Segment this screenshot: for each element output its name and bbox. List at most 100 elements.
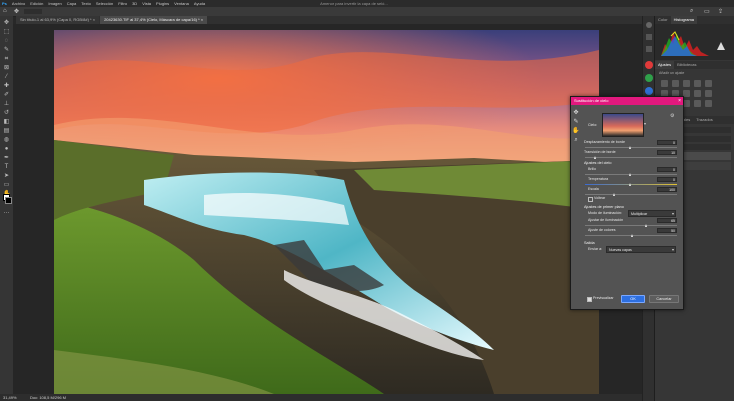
share-icon[interactable]: ⇪ xyxy=(718,8,723,15)
menu-texto[interactable]: Texto xyxy=(81,1,91,6)
lasso-tool-icon[interactable]: ◌ xyxy=(3,38,10,45)
close-icon[interactable]: × xyxy=(678,97,681,105)
blur-tool-icon[interactable]: ◍ xyxy=(3,137,10,144)
close-icon[interactable]: × xyxy=(93,17,95,22)
menu-filtro[interactable]: Filtro xyxy=(118,1,127,6)
crop-tool-icon[interactable]: ⌗ xyxy=(3,56,10,63)
tab-adjustments[interactable]: Ajustes xyxy=(655,61,675,69)
document-tab-active[interactable]: 20423630.TIF al 37,4% (Cielo, Máscara de… xyxy=(100,16,208,24)
eyedropper-tool-icon[interactable]: ⁄ xyxy=(3,74,10,81)
output-select[interactable]: Nuevas capas ▾ xyxy=(606,246,676,253)
color-circle-icon[interactable] xyxy=(645,87,653,95)
frame-tool-icon[interactable]: ⊠ xyxy=(3,65,10,72)
gradient-map-icon[interactable] xyxy=(694,100,701,107)
menu-capa[interactable]: Capa xyxy=(67,1,77,6)
pen-tool-icon[interactable]: ✒ xyxy=(3,155,10,162)
type-tool-icon[interactable]: T xyxy=(3,164,10,171)
menu-ayuda[interactable]: Ayuda xyxy=(194,1,205,6)
move-tool-icon[interactable]: ✥ xyxy=(3,20,10,27)
color-adjust-slider[interactable] xyxy=(585,234,677,237)
curves-icon[interactable] xyxy=(683,80,690,87)
lighting-mode-select[interactable]: Multiplicar ▾ xyxy=(628,210,676,217)
lighting-adjust-slider[interactable] xyxy=(585,224,677,227)
chevron-down-icon[interactable]: ▾ xyxy=(644,121,646,126)
black-white-icon[interactable] xyxy=(683,90,690,97)
brightness-icon[interactable] xyxy=(661,80,668,87)
ok-button[interactable]: OK xyxy=(621,295,645,303)
tab-paths[interactable]: Trazados xyxy=(693,116,716,124)
marquee-tool-icon[interactable]: ⬚ xyxy=(3,29,10,36)
document-tab[interactable]: Sin título-1 al 63,9% (Capa 0, RGB/8#) *… xyxy=(16,16,100,24)
tab-histogram[interactable]: Histograma xyxy=(670,16,698,24)
dodge-tool-icon[interactable]: ● xyxy=(3,146,10,153)
document-canvas[interactable] xyxy=(54,30,599,394)
home-icon[interactable]: ⌂ xyxy=(3,8,7,14)
hand-tool-icon[interactable]: ✋ xyxy=(572,127,580,135)
flip-checkbox[interactable] xyxy=(588,197,593,202)
options-field[interactable] xyxy=(24,9,42,14)
slider-knob[interactable] xyxy=(594,156,597,159)
menu-archivo[interactable]: Archivo xyxy=(12,1,25,6)
lighting-adjust-value[interactable]: 65 xyxy=(657,218,677,223)
menu-imagen[interactable]: Imagen xyxy=(48,1,61,6)
eraser-tool-icon[interactable]: ◧ xyxy=(3,119,10,126)
photo-filter-icon[interactable] xyxy=(694,90,701,97)
close-icon[interactable]: × xyxy=(201,17,203,22)
zoom-tool-icon[interactable]: ⌕ xyxy=(572,136,580,144)
background-color-swatch[interactable] xyxy=(5,197,12,204)
fade-edge-value[interactable]: 10 xyxy=(657,150,677,155)
tab-color[interactable]: Color xyxy=(655,16,671,24)
more-tools-icon[interactable]: … xyxy=(3,209,10,216)
menu-plugins[interactable]: Plugins xyxy=(156,1,169,6)
color-circle-icon[interactable] xyxy=(645,74,653,82)
search-icon[interactable]: ⌕ xyxy=(690,8,693,15)
sky-thumbnail[interactable] xyxy=(602,113,644,137)
threshold-icon[interactable] xyxy=(683,100,690,107)
healing-tool-icon[interactable]: ✚ xyxy=(3,83,10,90)
slider-knob[interactable] xyxy=(631,234,633,237)
actions-panel-icon[interactable] xyxy=(646,34,652,40)
channel-mixer-icon[interactable] xyxy=(705,90,712,97)
brightness-value[interactable]: 0 xyxy=(657,167,677,172)
color-adjust-value[interactable]: 50 xyxy=(657,228,677,233)
properties-panel-icon[interactable] xyxy=(646,46,652,52)
gradient-tool-icon[interactable]: ▤ xyxy=(3,128,10,135)
scale-value[interactable]: 100 xyxy=(657,187,677,192)
menu-edicion[interactable]: Edición xyxy=(30,1,43,6)
gear-icon[interactable]: ⚙ xyxy=(670,113,674,119)
vibrance-icon[interactable] xyxy=(705,80,712,87)
workspace-icon[interactable]: ▭ xyxy=(704,8,710,15)
exposure-icon[interactable] xyxy=(694,80,701,87)
stamp-tool-icon[interactable]: ⊥ xyxy=(3,101,10,108)
move-tool-option-icon[interactable]: ✥ xyxy=(14,8,19,15)
menu-vista[interactable]: Vista xyxy=(142,1,151,6)
cancel-button[interactable]: Cancelar xyxy=(649,295,679,303)
menu-3d[interactable]: 3D xyxy=(132,1,137,6)
shift-edge-value[interactable]: 0 xyxy=(657,140,677,145)
temperature-value[interactable]: 0 xyxy=(657,177,677,182)
fade-edge-slider[interactable] xyxy=(585,156,677,159)
menu-seleccion[interactable]: Selección xyxy=(96,1,113,6)
levels-icon[interactable] xyxy=(672,80,679,87)
history-panel-icon[interactable] xyxy=(646,22,652,28)
sky-row: Cielo: ▾ ⚙ xyxy=(584,107,680,137)
dialog-title-bar[interactable]: Sustitución de cielo × xyxy=(571,97,683,105)
history-brush-tool-icon[interactable]: ↺ xyxy=(3,110,10,117)
path-select-tool-icon[interactable]: ➤ xyxy=(3,173,10,180)
shape-tool-icon[interactable]: ▭ xyxy=(3,182,10,189)
scale-slider[interactable] xyxy=(585,193,677,196)
tab-libraries[interactable]: Bibliotecas xyxy=(674,61,699,69)
brush-tool-icon[interactable]: ✐ xyxy=(3,92,10,99)
move-tool-icon[interactable]: ✥ xyxy=(572,109,580,117)
shift-edge-slider[interactable] xyxy=(585,146,677,149)
color-circle-icon[interactable] xyxy=(645,61,653,69)
menu-ventana[interactable]: Ventana xyxy=(174,1,189,6)
temperature-slider[interactable] xyxy=(585,183,677,186)
zoom-level[interactable]: 31,49% xyxy=(3,394,17,401)
ps-logo-icon[interactable]: Ps xyxy=(2,1,7,6)
brightness-slider[interactable] xyxy=(585,173,677,176)
selective-color-icon[interactable] xyxy=(705,100,712,107)
quick-select-tool-icon[interactable]: ✎ xyxy=(3,47,10,54)
preview-checkbox[interactable] xyxy=(587,297,592,302)
sky-brush-icon[interactable]: ✎ xyxy=(572,118,580,126)
